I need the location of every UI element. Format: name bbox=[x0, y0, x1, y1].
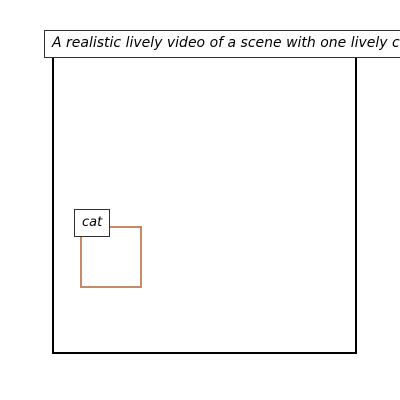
cat-label: cat bbox=[74, 209, 110, 237]
scene-caption: A realistic lively video of a scene with… bbox=[44, 30, 400, 58]
scene-canvas bbox=[52, 47, 357, 354]
